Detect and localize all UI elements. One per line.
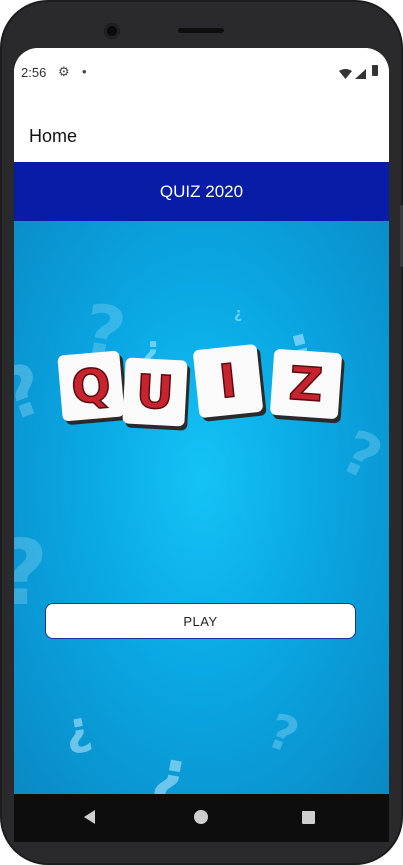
system-nav-bar	[14, 794, 389, 842]
battery-icon	[372, 65, 378, 76]
question-mark-icon: ¿	[234, 306, 243, 322]
question-mark-icon: ¿	[59, 699, 96, 757]
logo-tile-q: Q	[57, 350, 125, 422]
content-area: ¿ ¿ ? ? ? ? ¿ ¿ ? ¿ ¿ Q U I Z PLAY	[14, 221, 389, 794]
status-time: 2:56	[21, 65, 47, 80]
logo-tile-i: I	[192, 343, 264, 419]
phone-frame: 2:56 ⚙ • Home QUIZ 2020 ¿ ¿ ? ? ? ? ¿	[0, 0, 403, 865]
back-icon[interactable]	[84, 810, 95, 824]
question-mark-icon: ?	[14, 346, 56, 438]
question-mark-icon: ¿	[147, 733, 197, 794]
wifi-icon	[339, 66, 352, 84]
logo-tile-z: Z	[269, 348, 343, 420]
header-title: QUIZ 2020	[159, 182, 244, 201]
question-mark-icon: ?	[260, 702, 306, 766]
recents-icon[interactable]	[302, 811, 315, 824]
quiz-header: QUIZ 2020	[14, 162, 389, 221]
notification-dot-icon: •	[82, 64, 87, 79]
quiz-logo: Q U I Z	[57, 343, 348, 443]
settings-icon: ⚙	[58, 64, 70, 79]
play-button[interactable]: PLAY	[45, 603, 356, 639]
logo-tile-u: U	[122, 357, 188, 427]
app-bar: Home	[14, 96, 389, 162]
front-camera	[104, 23, 120, 39]
question-mark-icon: ?	[14, 521, 48, 626]
signal-icon	[355, 66, 366, 84]
home-icon[interactable]	[194, 810, 208, 824]
status-bar: 2:56 ⚙ •	[14, 48, 389, 96]
screen: 2:56 ⚙ • Home QUIZ 2020 ¿ ¿ ? ? ? ? ¿	[14, 48, 389, 842]
earpiece-speaker	[178, 28, 224, 33]
app-bar-title: Home	[29, 126, 78, 146]
